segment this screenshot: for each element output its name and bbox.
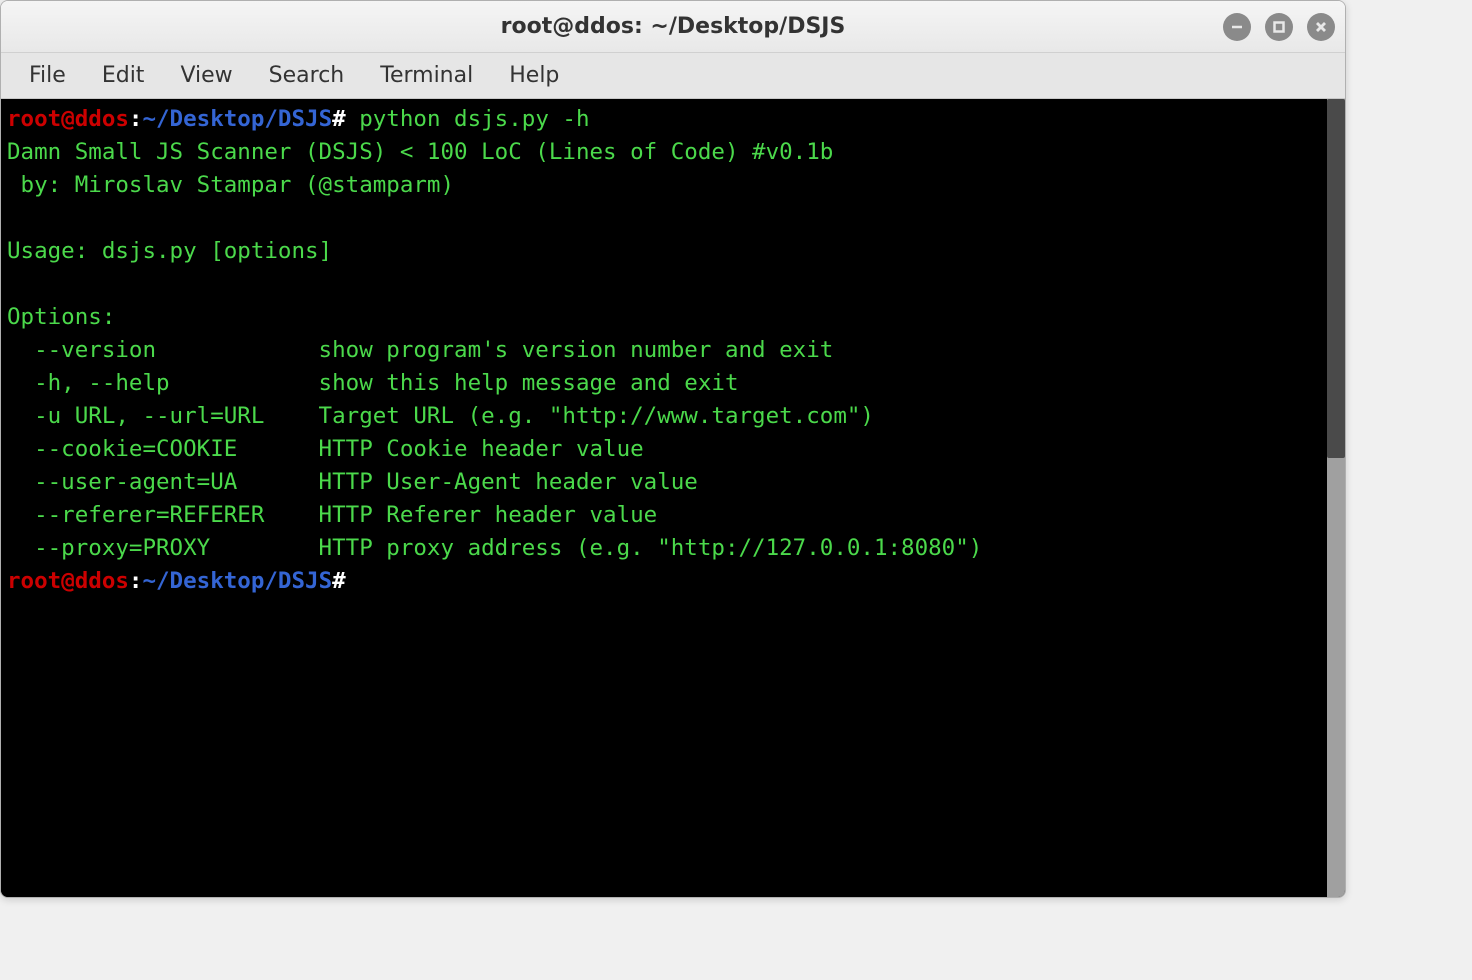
scrollbar-thumb[interactable] [1327, 99, 1345, 458]
output-line: Damn Small JS Scanner (DSJS) < 100 LoC (… [7, 139, 833, 165]
menu-file[interactable]: File [11, 57, 84, 94]
output-line: --user-agent=UA HTTP User-Agent header v… [7, 469, 698, 495]
output-line: Options: [7, 304, 115, 330]
window-controls [1223, 13, 1335, 41]
terminal-content[interactable]: root@ddos:~/Desktop/DSJS# python dsjs.py… [1, 99, 1327, 897]
prompt-symbol: # [332, 106, 346, 132]
output-line: by: Miroslav Stampar (@stamparm) [7, 172, 454, 198]
window-title: root@ddos: ~/Desktop/DSJS [501, 14, 846, 39]
output-line: --proxy=PROXY HTTP proxy address (e.g. "… [7, 535, 982, 561]
maximize-icon [1272, 20, 1286, 34]
maximize-button[interactable] [1265, 13, 1293, 41]
close-button[interactable] [1307, 13, 1335, 41]
output-line: Usage: dsjs.py [options] [7, 238, 332, 264]
output-line: -u URL, --url=URL Target URL (e.g. "http… [7, 403, 874, 429]
prompt-path: ~/Desktop/DSJS [142, 106, 332, 132]
output-line: --cookie=COOKIE HTTP Cookie header value [7, 436, 644, 462]
menu-help[interactable]: Help [491, 57, 577, 94]
prompt-user-host: root@ddos [7, 106, 129, 132]
prompt-colon: : [129, 106, 143, 132]
menu-terminal[interactable]: Terminal [362, 57, 491, 94]
minimize-icon [1230, 20, 1244, 34]
menubar: File Edit View Search Terminal Help [1, 53, 1345, 99]
menu-view[interactable]: View [162, 57, 250, 94]
scrollbar[interactable]: ▲ [1327, 99, 1345, 897]
titlebar[interactable]: root@ddos: ~/Desktop/DSJS [1, 1, 1345, 53]
command-text: python dsjs.py -h [359, 106, 589, 132]
terminal-window: root@ddos: ~/Desktop/DSJS File Edit View… [0, 0, 1346, 898]
output-line: -h, --help show this help message and ex… [7, 370, 739, 396]
menu-edit[interactable]: Edit [84, 57, 163, 94]
prompt-user-host: root@ddos [7, 568, 129, 594]
minimize-button[interactable] [1223, 13, 1251, 41]
prompt-path: ~/Desktop/DSJS [142, 568, 332, 594]
prompt-colon: : [129, 568, 143, 594]
prompt-symbol: # [332, 568, 346, 594]
output-line: --version show program's version number … [7, 337, 833, 363]
close-icon [1314, 20, 1328, 34]
menu-search[interactable]: Search [251, 57, 363, 94]
output-line: --referer=REFERER HTTP Referer header va… [7, 502, 657, 528]
terminal-area: root@ddos:~/Desktop/DSJS# python dsjs.py… [1, 99, 1345, 897]
